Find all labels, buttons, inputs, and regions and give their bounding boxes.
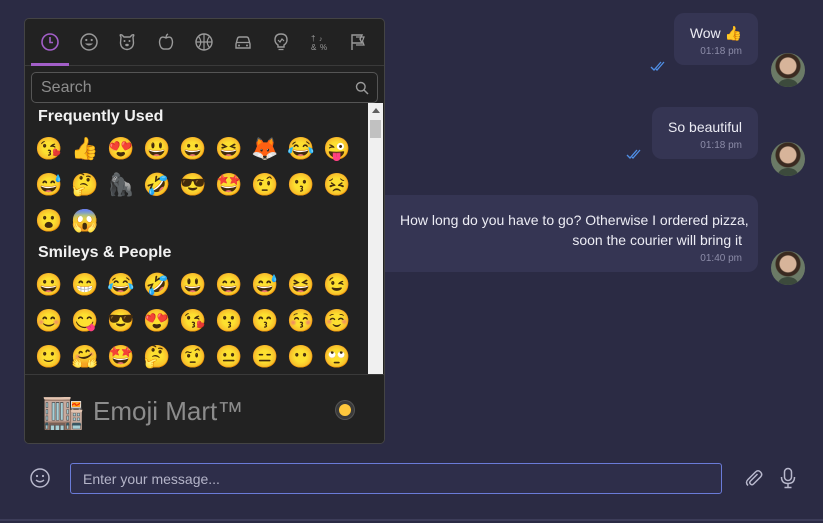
emoji-item[interactable]: 🤩 [211, 167, 247, 203]
message-text: soon the courier will bring it [572, 232, 742, 248]
emoji-item[interactable]: 😁 [67, 267, 103, 303]
emoji-grid-smileys: 😀 😁 😂 🤣 😃 😄 😅 😆 😉 😊 😋 😎 😍 😘 😗 😙 😚 ☺️ 🙂 🤗 🤩 🤔 🤨 😐 😑 😶 🙄 [31, 267, 384, 375]
microphone-icon[interactable] [778, 467, 798, 489]
recent-icon[interactable] [31, 19, 70, 65]
svg-text:%: % [320, 43, 327, 52]
emoji-item[interactable]: 😉 [319, 267, 355, 303]
skin-tone-selector[interactable] [336, 401, 354, 419]
composer [0, 456, 823, 523]
emoji-item[interactable]: 🤔 [139, 339, 175, 375]
emoji-item[interactable]: 😚 [283, 303, 319, 339]
emoji-item[interactable]: 🦊 [247, 131, 283, 167]
message-bubble: How long do you have to go? Otherwise I … [384, 195, 758, 272]
emoji-item[interactable]: 🤨 [175, 339, 211, 375]
divider [0, 519, 823, 521]
message-input[interactable] [70, 463, 722, 494]
read-receipt-icon [626, 148, 644, 160]
emoji-item[interactable]: 😘 [175, 303, 211, 339]
svg-text:♪: ♪ [319, 36, 323, 43]
emoji-item[interactable]: 😂 [283, 131, 319, 167]
emoji-item[interactable]: 😄 [211, 267, 247, 303]
scroll-up-icon[interactable] [368, 103, 383, 117]
symbols-icon[interactable]: † ♪ &% [301, 19, 340, 65]
emoji-item[interactable]: 👍 [67, 131, 103, 167]
food-icon[interactable] [147, 19, 186, 65]
emoji-item[interactable]: 😅 [31, 167, 67, 203]
active-category-indicator [31, 63, 69, 66]
emoji-item[interactable]: 😣 [319, 167, 355, 203]
emoji-item[interactable]: 😃 [175, 267, 211, 303]
search-icon [355, 81, 369, 95]
emoji-scroll-area[interactable]: Frequently Used 😘 👍 😍 😃 😀 😆 🦊 😂 😜 😅 🤔 🦍 🤣 😎 🤩 🤨 😗 😣 😮 😱 Smi… [31, 103, 384, 391]
emoji-item[interactable]: 🤔 [67, 167, 103, 203]
emoji-item[interactable]: 🙄 [319, 339, 355, 375]
emoji-item[interactable]: 😋 [67, 303, 103, 339]
emoji-item[interactable]: 🙂 [31, 339, 67, 375]
emoji-item[interactable]: 😗 [283, 167, 319, 203]
emoji-search-input[interactable] [31, 72, 378, 103]
section-title: Frequently Used [38, 108, 164, 125]
message-time: 01:18 pm [700, 140, 742, 151]
emoji-item[interactable]: 😜 [319, 131, 355, 167]
emoji-item[interactable]: 😮 [31, 203, 67, 239]
picker-title: Emoji Mart™ [93, 396, 244, 426]
emoji-item[interactable]: 😗 [211, 303, 247, 339]
emoji-item[interactable]: 🤨 [247, 167, 283, 203]
travel-icon[interactable] [224, 19, 263, 65]
emoji-item[interactable]: 😑 [247, 339, 283, 375]
emoji-item[interactable]: 😙 [247, 303, 283, 339]
objects-icon[interactable] [262, 19, 301, 65]
emoji-picker: †♪&% Frequently Used 😘👍😍😃😀😆🦊😂😜😅🤔🦍🤣😎🤩🤨😗😣😮… [24, 18, 385, 444]
activity-icon[interactable] [185, 19, 224, 65]
picker-footer: 🏬 Emoji Mart™ [25, 374, 384, 443]
message-bubble: So beautiful 01:18 pm [652, 107, 758, 159]
category-bar: † ♪ &% [25, 19, 384, 66]
message-bubble: Wow 👍 01:18 pm [673, 13, 758, 65]
emoji-item[interactable]: 😘 [31, 131, 67, 167]
emoji-search [31, 72, 378, 103]
read-receipt-icon [650, 60, 668, 72]
svg-text:†: † [311, 34, 315, 43]
flags-icon[interactable] [339, 19, 378, 65]
svg-text:&: & [311, 43, 317, 52]
avatar[interactable] [771, 251, 805, 285]
emoji-item[interactable]: 🤣 [139, 167, 175, 203]
emoji-item[interactable]: ☺️ [319, 303, 355, 339]
emoji-item[interactable]: 😊 [31, 303, 67, 339]
emoji-item[interactable]: 😅 [247, 267, 283, 303]
emoji-item[interactable]: 😆 [283, 267, 319, 303]
emoji-item[interactable]: 😎 [175, 167, 211, 203]
scrollbar-thumb[interactable] [370, 120, 381, 138]
message-text: Wow 👍 [689, 25, 742, 41]
smileys-icon[interactable] [70, 19, 109, 65]
scrollbar[interactable] [368, 103, 383, 391]
emoji-item[interactable]: 😎 [103, 303, 139, 339]
preview-emoji: 🏬 [42, 393, 85, 431]
emoji-item[interactable]: 😆 [211, 131, 247, 167]
emoji-item[interactable]: 😃 [139, 131, 175, 167]
emoji-item[interactable]: 😂 [103, 267, 139, 303]
attachment-icon[interactable] [742, 467, 764, 489]
emoji-item[interactable]: 🤗 [67, 339, 103, 375]
message-time: 01:18 pm [700, 46, 742, 57]
message-time: 01:40 pm [700, 253, 742, 264]
emoji-item[interactable]: 🤣 [139, 267, 175, 303]
emoji-item[interactable]: 😐 [211, 339, 247, 375]
emoji-item[interactable]: 😶 [283, 339, 319, 375]
message-text: So beautiful [668, 119, 742, 135]
emoji-item[interactable]: 🦍 [103, 167, 139, 203]
emoji-item[interactable]: 😀 [175, 131, 211, 167]
emoji-item[interactable]: 😀 [31, 267, 67, 303]
emoji-item[interactable]: 🤩 [103, 339, 139, 375]
emoji-item[interactable]: 😱 [67, 203, 103, 239]
avatar[interactable] [771, 142, 805, 176]
emoji-button-icon[interactable] [29, 467, 51, 489]
animals-icon[interactable] [108, 19, 147, 65]
emoji-item[interactable]: 😍 [139, 303, 175, 339]
emoji-grid-frequent: 😘 👍 😍 😃 😀 😆 🦊 😂 😜 😅 🤔 🦍 🤣 😎 🤩 🤨 😗 😣 😮 😱 [31, 131, 384, 239]
avatar[interactable] [771, 53, 805, 87]
emoji-item[interactable]: 😍 [103, 131, 139, 167]
message-text: How long do you have to go? Otherwise I … [400, 212, 749, 228]
section-title: Smileys & People [38, 244, 172, 261]
